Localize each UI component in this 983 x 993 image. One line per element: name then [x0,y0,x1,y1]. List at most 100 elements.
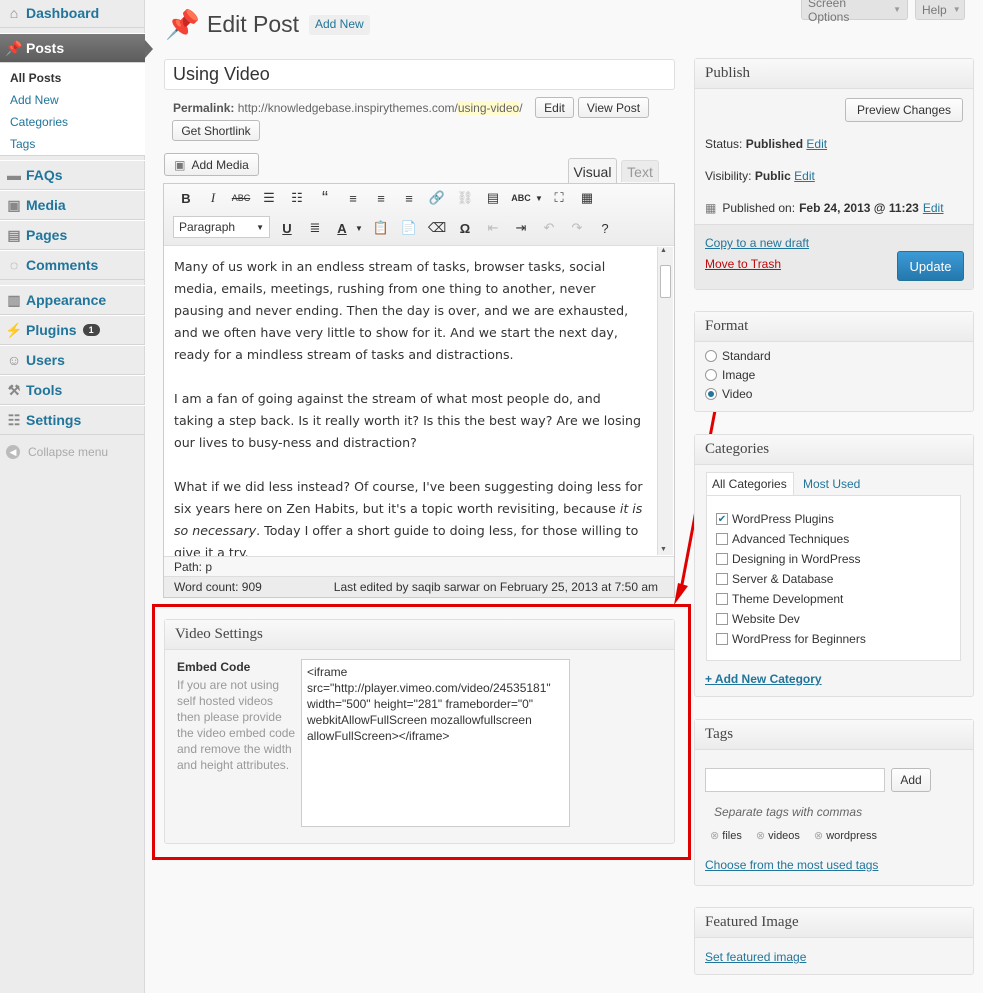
menu-pages[interactable]: ▤ Pages [0,220,145,250]
submenu-add-new[interactable]: Add New [10,93,59,107]
checkbox[interactable] [716,533,728,545]
indent-icon[interactable]: ⇥ [512,219,530,237]
paste-word-icon[interactable]: 📄 [400,219,418,237]
link-icon[interactable]: 🔗 [428,189,446,207]
copy-to-draft-link[interactable]: Copy to a new draft [705,236,809,250]
menu-media[interactable]: ▣ Media [0,190,145,220]
redo-icon[interactable]: ↷ [568,219,586,237]
post-title-input[interactable]: Using Video [164,59,675,90]
add-tag-button[interactable]: Add [891,768,931,792]
comment-icon: ◌ [9,257,19,273]
align-left-icon[interactable]: ≡ [344,189,362,207]
checkbox[interactable] [716,613,728,625]
more-tag-icon[interactable]: ▤ [484,189,502,207]
edit-visibility-link[interactable]: Edit [794,169,815,183]
tag-input[interactable] [705,768,885,792]
submenu-all-posts[interactable]: All Posts [10,71,61,85]
format-option-standard[interactable]: Standard [705,349,771,363]
embed-code-textarea[interactable]: <iframe src="http://player.vimeo.com/vid… [301,659,570,827]
category-item[interactable]: Server & Database [716,572,833,586]
remove-tag-icon[interactable]: ⊗ [814,830,823,842]
edit-permalink-button[interactable]: Edit [535,97,574,118]
tab-all-categories[interactable]: All Categories [706,472,794,496]
chevron-down-icon[interactable]: ▼ [530,189,548,207]
radio-button-selected[interactable] [705,388,717,400]
remove-tag-icon[interactable]: ⊗ [756,830,765,842]
checkbox[interactable] [716,573,728,585]
category-item[interactable]: Theme Development [716,592,843,606]
menu-dashboard[interactable]: ⌂ Dashboard [0,0,145,28]
checkbox-checked[interactable]: ✔ [716,513,728,525]
menu-settings[interactable]: ☷ Settings [0,405,145,435]
format-option-image[interactable]: Image [705,368,755,382]
help-icon[interactable]: ? [596,219,614,237]
update-button[interactable]: Update [897,251,964,281]
radio-button[interactable] [705,350,717,362]
category-item[interactable]: Designing in WordPress [716,552,861,566]
bullet-list-icon[interactable]: ☰ [260,189,278,207]
bold-icon[interactable]: B [177,189,195,207]
scroll-down-icon[interactable]: ▼ [660,546,667,553]
checkbox[interactable] [716,633,728,645]
menu-faqs[interactable]: ▬ FAQs [0,160,145,190]
add-media-button[interactable]: ▣ Add Media [164,153,259,176]
category-item[interactable]: Website Dev [716,612,800,626]
radio-button[interactable] [705,369,717,381]
unlink-icon[interactable]: ⛓ [456,189,474,207]
omega-icon[interactable]: Ω [456,219,474,237]
menu-comments[interactable]: ◌ Comments [0,250,145,280]
edit-date-link[interactable]: Edit [923,201,944,215]
permalink-slug[interactable]: using-video [457,101,520,115]
checkbox[interactable] [716,593,728,605]
undo-icon[interactable]: ↶ [540,219,558,237]
menu-appearance[interactable]: ▥ Appearance [0,285,145,315]
screen-options-tab[interactable]: Screen Options ▼ [801,0,908,24]
view-post-button[interactable]: View Post [578,97,649,118]
format-select[interactable]: Paragraph ▼ [173,216,270,238]
scroll-up-icon[interactable]: ▲ [660,247,667,254]
spellcheck-icon[interactable]: ABC [511,189,531,207]
category-item[interactable]: WordPress for Beginners [716,632,866,646]
move-to-trash-link[interactable]: Move to Trash [705,257,781,271]
fullscreen-icon[interactable]: ⛶ [550,189,568,207]
tab-text[interactable]: Text [621,160,659,182]
strikethrough-icon[interactable]: ABC [232,189,251,207]
kitchen-sink-icon[interactable]: ▦ [578,189,596,207]
submenu-categories[interactable]: Categories [10,115,68,129]
edit-status-link[interactable]: Edit [806,137,827,151]
menu-tools[interactable]: ⚒ Tools [0,375,145,405]
preview-changes-button[interactable]: Preview Changes [845,98,963,122]
align-center-icon[interactable]: ≡ [372,189,390,207]
tab-visual[interactable]: Visual [568,158,617,184]
outdent-icon[interactable]: ⇤ [484,219,502,237]
category-item[interactable]: ✔ WordPress Plugins [716,512,834,526]
align-right-icon[interactable]: ≡ [400,189,418,207]
help-tab[interactable]: Help ▼ [915,0,965,20]
eraser-icon[interactable]: ⌫ [428,219,446,237]
checkbox[interactable] [716,553,728,565]
italic-icon[interactable]: I [204,189,222,207]
choose-tags-link[interactable]: Choose from the most used tags [705,858,878,872]
category-item[interactable]: Advanced Techniques [716,532,849,546]
collapse-menu[interactable]: ◀ Collapse menu [6,445,108,459]
justify-icon[interactable]: ≣ [306,219,324,237]
format-option-video[interactable]: Video [705,387,752,401]
chevron-down-icon[interactable]: ▼ [350,219,368,237]
underline-icon[interactable]: U [278,219,296,237]
menu-plugins[interactable]: ⚡ Plugins 1 [0,315,145,345]
paste-text-icon[interactable]: 📋 [372,219,390,237]
numbered-list-icon[interactable]: ☷ [288,189,306,207]
menu-users[interactable]: ☺ Users [0,345,145,375]
menu-posts[interactable]: 📌 Posts [0,33,153,63]
text-color-icon[interactable]: A [333,219,351,237]
scrollbar-thumb[interactable] [660,265,671,298]
get-shortlink-button[interactable]: Get Shortlink [172,120,260,141]
remove-tag-icon[interactable]: ⊗ [710,830,719,842]
set-featured-image-link[interactable]: Set featured image [705,950,806,964]
submenu-tags[interactable]: Tags [10,137,35,151]
editor-content[interactable]: Many of us work in an endless stream of … [174,256,644,556]
tab-most-used[interactable]: Most Used [803,477,860,491]
add-new-post-button[interactable]: Add New [309,15,370,35]
add-new-category-link[interactable]: + Add New Category [705,672,822,686]
blockquote-icon[interactable]: “ [316,188,334,208]
